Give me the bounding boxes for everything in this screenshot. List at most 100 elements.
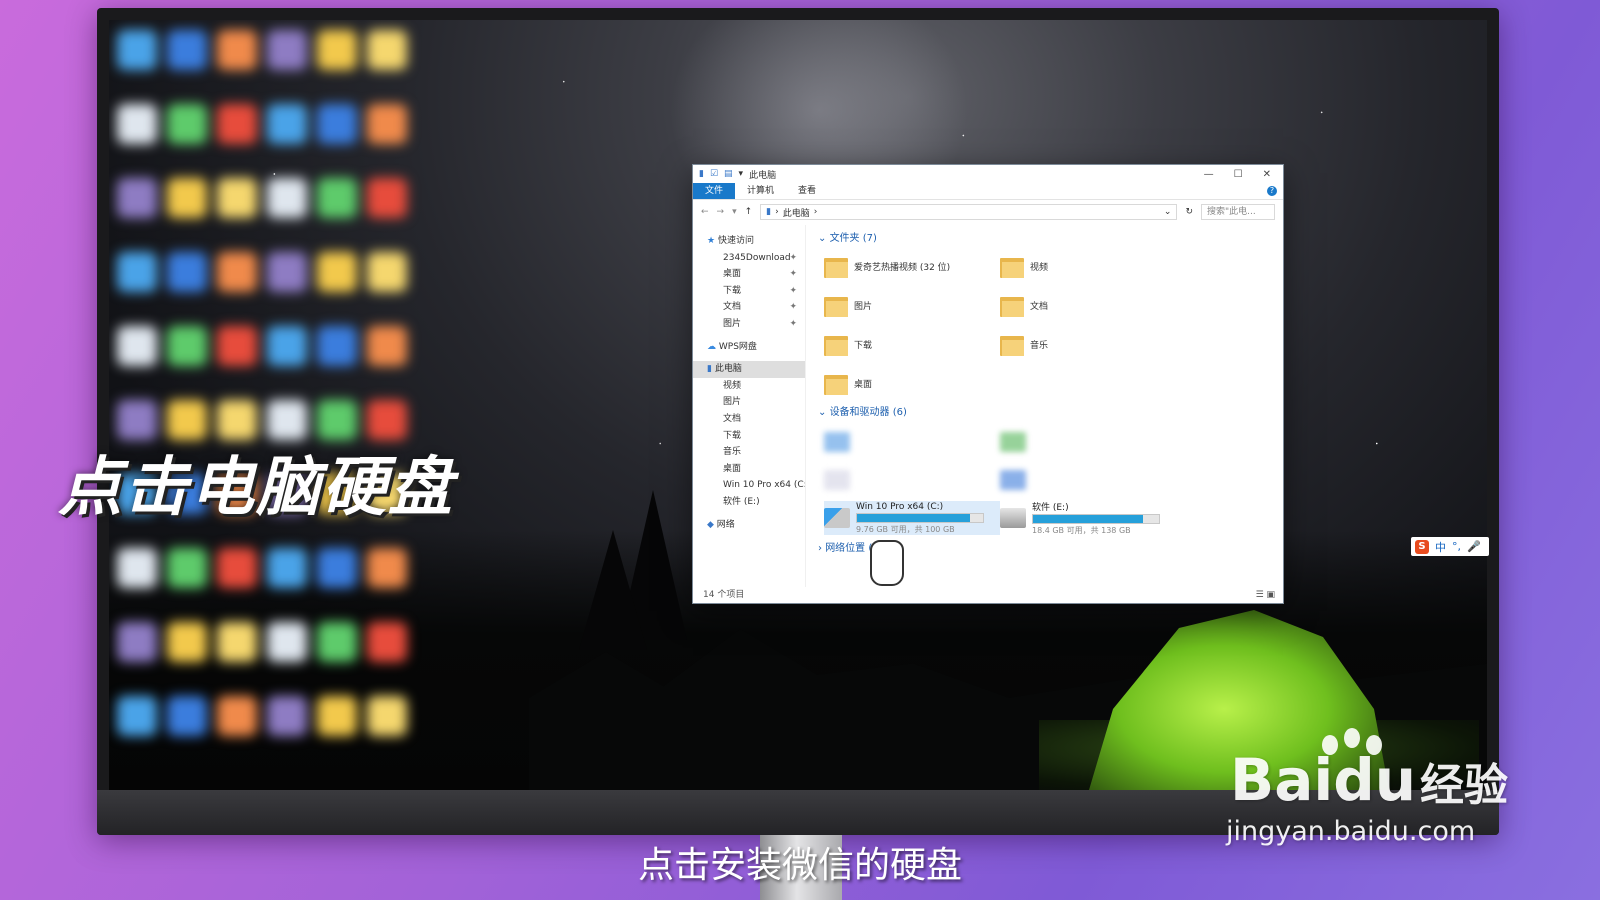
mic-icon[interactable]: 🎤 [1467,540,1481,553]
desktop-icon[interactable] [167,30,207,70]
desktop-icon[interactable] [317,548,357,588]
desktop-icon[interactable] [117,696,157,736]
desktop-icon[interactable] [267,104,307,144]
desktop-icon[interactable] [117,548,157,588]
nav-item[interactable]: 图片 ✦ [693,316,805,333]
desktop-icon[interactable] [317,30,357,70]
properties-icon[interactable]: ☑ [710,169,718,179]
blurred-drive[interactable] [824,463,1000,497]
tab-file[interactable]: 文件 [693,183,736,199]
desktop-icon[interactable] [217,30,257,70]
desktop-icon[interactable] [117,326,157,366]
desktop-icon[interactable] [267,400,307,440]
nav-network[interactable]: ◆ 网络 [693,517,805,534]
desktop-icon[interactable] [117,104,157,144]
view-toggle-icon[interactable]: ☰ ▣ [1256,587,1275,603]
minimize-icon[interactable]: — [1204,169,1214,180]
blurred-drive[interactable] [1000,463,1176,497]
desktop-icon[interactable] [167,104,207,144]
desktop-icon[interactable] [367,622,407,662]
nav-quick-access[interactable]: ★ 快速访问 [693,233,805,250]
desktop-icon[interactable] [217,696,257,736]
desktop-icon[interactable] [167,252,207,292]
qa-dropdown-icon[interactable]: ▾ [739,169,744,179]
breadcrumb-this-pc[interactable]: 此电脑 [783,206,810,219]
desktop-icon[interactable] [317,696,357,736]
nav-item[interactable]: 文档 [693,411,805,428]
folder-item[interactable]: 音乐 [1000,329,1176,360]
desktop-icon[interactable] [167,696,207,736]
up-icon[interactable]: ↑ [745,207,753,217]
drive-e[interactable]: 软件 (E:) 18.4 GB 可用，共 138 GB [1000,501,1176,535]
folder-item[interactable]: 视频 [1000,251,1176,282]
refresh-icon[interactable]: ↻ [1185,207,1193,217]
desktop-icon[interactable] [267,622,307,662]
nav-item[interactable]: 视频 [693,378,805,395]
desktop-icon[interactable] [217,104,257,144]
nav-item[interactable]: 下载 [693,428,805,445]
desktop-icon[interactable] [117,622,157,662]
desktop-icon[interactable] [367,400,407,440]
tab-computer[interactable]: 计算机 [735,183,786,199]
desktop-icon[interactable] [317,178,357,218]
ime-toolbar[interactable]: S 中 °, 🎤 [1411,537,1489,556]
nav-this-pc[interactable]: ▮ 此电脑 [693,361,805,378]
desktop-icon[interactable] [167,622,207,662]
tab-view[interactable]: 查看 [786,183,828,199]
drive-c[interactable]: Win 10 Pro x64 (C:) 9.76 GB 可用，共 100 GB [824,501,1000,535]
nav-item[interactable]: 下载 ✦ [693,283,805,300]
folder-item[interactable]: 下载 [824,329,1000,360]
folder-item[interactable]: 爱奇艺热播视频 (32 位) [824,251,1000,282]
desktop-icon[interactable] [267,30,307,70]
nav-item[interactable]: 图片 [693,394,805,411]
maximize-icon[interactable]: ☐ [1234,169,1243,180]
ime-punct[interactable]: °, [1452,540,1461,553]
desktop-icon[interactable] [267,326,307,366]
search-input[interactable]: 搜索"此电... [1201,204,1275,220]
folder-item[interactable]: 图片 [824,290,1000,321]
nav-item[interactable]: 桌面 [693,461,805,478]
blurred-drive[interactable] [1000,425,1176,459]
close-icon[interactable]: ✕ [1263,169,1271,180]
help-icon[interactable]: ? [1267,186,1277,196]
desktop-icon[interactable] [367,326,407,366]
folder-item[interactable]: 桌面 [824,368,1000,399]
ime-mode[interactable]: 中 [1435,539,1446,555]
desktop-icon[interactable] [267,252,307,292]
desktop-icon[interactable] [317,400,357,440]
desktop-icon[interactable] [367,30,407,70]
new-folder-icon[interactable]: ▤ [724,169,733,179]
desktop-icon[interactable] [217,548,257,588]
nav-wps[interactable]: ☁ WPS网盘 [693,339,805,356]
devices-group-header[interactable]: ⌄ 设备和驱动器 (6) [818,405,1283,421]
folders-group-header[interactable]: ⌄ 文件夹 (7) [818,231,1283,247]
desktop-icon[interactable] [367,252,407,292]
desktop-icon[interactable] [167,400,207,440]
forward-icon[interactable]: → [717,207,725,217]
nav-item[interactable]: 软件 (E:) [693,494,805,511]
desktop-icon[interactable] [367,104,407,144]
desktop-icon[interactable] [117,400,157,440]
desktop-icon[interactable] [267,696,307,736]
desktop-icon[interactable] [317,622,357,662]
desktop-icon[interactable] [267,178,307,218]
desktop-icon[interactable] [167,178,207,218]
desktop-icon[interactable] [267,548,307,588]
desktop-icon[interactable] [117,252,157,292]
desktop-icon[interactable] [167,326,207,366]
desktop-icon[interactable] [367,178,407,218]
desktop-icon[interactable] [367,548,407,588]
desktop-icon[interactable] [167,548,207,588]
desktop-icon[interactable] [217,326,257,366]
nav-item[interactable]: 2345Download ✦ [693,250,805,267]
nav-item[interactable]: 桌面 ✦ [693,266,805,283]
nav-item[interactable]: Win 10 Pro x64 (C: [693,477,805,494]
history-dropdown-icon[interactable]: ▾ [732,207,737,217]
address-dropdown-icon[interactable]: ⌄ [1164,207,1172,217]
folder-item[interactable]: 文档 [1000,290,1176,321]
address-bar[interactable]: ▮ › 此电脑 › ⌄ [760,204,1178,220]
desktop-icon[interactable] [217,252,257,292]
back-icon[interactable]: ← [701,207,709,217]
desktop-icon[interactable] [317,252,357,292]
desktop-icon[interactable] [217,622,257,662]
